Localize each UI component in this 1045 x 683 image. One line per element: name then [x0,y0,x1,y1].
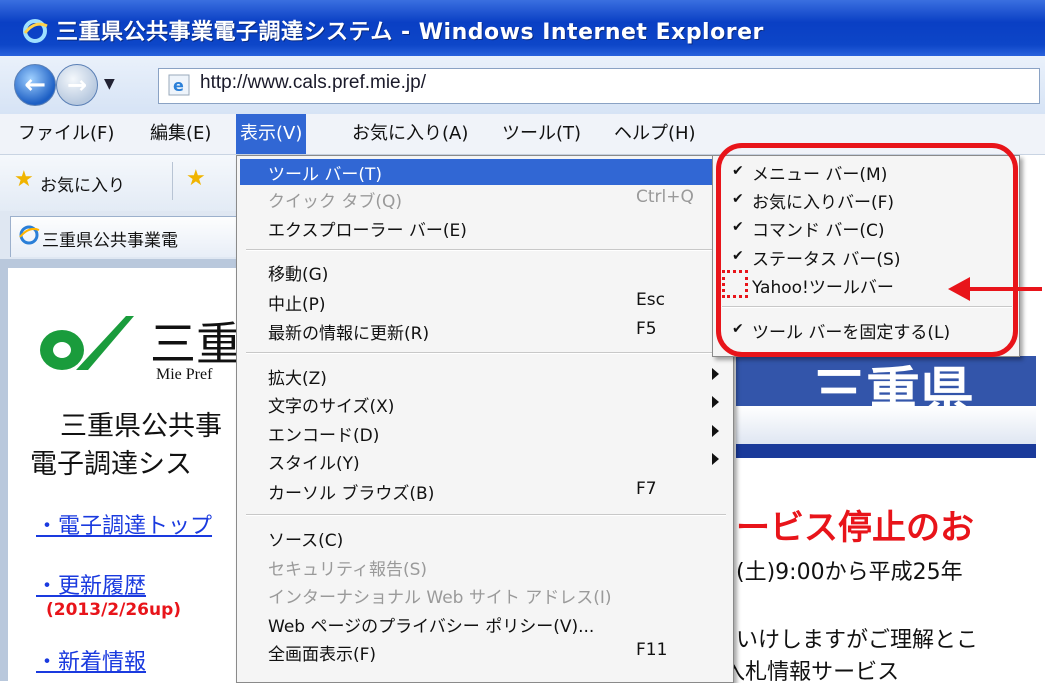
logo-subtext: Mie Pref [156,366,213,383]
favorites-divider [172,162,173,200]
recent-pages-dropdown-icon[interactable]: ▼ [104,76,115,92]
menu-view[interactable]: 表示(V) [236,114,307,154]
view-encoding[interactable]: エンコード(D) [268,421,379,446]
view-source[interactable]: ソース(C) [268,526,343,551]
forward-button[interactable]: → [56,64,98,106]
ie-logo-icon [23,19,48,43]
logo-text: 三重 [150,317,242,371]
banner: 三重県 [736,356,1036,406]
add-favorites-icon[interactable]: ★ [186,166,206,191]
view-intl-address[interactable]: インターナショナル Web サイト アドレス(I) [268,583,612,608]
notice-line-2: いけしますがご理解とこ [736,628,979,653]
notice-line-1: (土)9:00から平成25年 [736,560,963,585]
view-quick-tabs[interactable]: クイック タブ(Q) [268,187,402,212]
site-heading-line1: 三重県公共事 [60,411,222,442]
annotation-dotted-box [722,270,748,298]
menu-tools[interactable]: ツール(T) [498,114,585,154]
link-news[interactable]: ・新着情報 [36,644,146,676]
banner-bottom-bar [736,444,1036,458]
svg-text:e: e [173,76,184,95]
shortcut-stop: Esc [636,290,665,310]
view-security-report[interactable]: セキュリティ報告(S) [268,555,427,580]
mie-logo-icon [40,316,134,370]
submenu-arrow-icon [712,396,719,408]
forward-arrow-icon: → [66,71,88,99]
view-zoom[interactable]: 拡大(Z) [268,364,327,389]
annotation-arrow-icon [948,277,970,301]
menu-separator [246,249,726,251]
view-caret-browsing[interactable]: カーソル ブラウズ(B) [268,479,434,504]
view-toolbars[interactable]: ツール バー(T) [268,160,382,185]
site-heading-line2: 電子調達シス [30,449,192,480]
link-history[interactable]: ・更新履歴 [36,568,146,600]
banner-text: 三重県 [812,361,974,406]
view-text-size[interactable]: 文字のサイズ(X) [268,392,394,417]
view-stop[interactable]: 中止(P) [268,290,326,315]
back-button[interactable]: ← [14,64,56,106]
submenu-arrow-icon [712,368,719,380]
favorites-button[interactable]: お気に入り [40,171,125,196]
banner-strip [736,406,1036,444]
address-url[interactable]: http://www.cals.pref.mie.jp/ [200,72,426,94]
tab-ie-icon [19,225,40,245]
favorites-star-icon[interactable]: ★ [14,167,34,192]
page-ie-icon: e [168,74,190,96]
submenu-arrow-icon [712,425,719,437]
view-refresh[interactable]: 最新の情報に更新(R) [268,319,429,344]
menu-separator [246,514,726,516]
view-explorer-bar[interactable]: エクスプローラー バー(E) [268,216,467,241]
view-privacy-policy[interactable]: Web ページのプライバシー ポリシー(V)... [268,612,594,637]
shortcut-caret-browsing: F7 [636,479,657,499]
shortcut-fullscreen: F11 [636,640,668,660]
update-note: (2013/2/26up) [46,600,182,620]
view-fullscreen[interactable]: 全画面表示(F) [268,640,376,665]
menu-help[interactable]: ヘルプ(H) [610,114,700,154]
back-arrow-icon: ← [24,70,46,100]
view-go[interactable]: 移動(G) [268,260,328,285]
view-style[interactable]: スタイル(Y) [268,449,360,474]
menu-separator [246,352,726,354]
annotation-outline [716,143,1018,357]
submenu-arrow-icon [712,453,719,465]
menu-edit[interactable]: 編集(E) [146,114,215,154]
menu-file[interactable]: ファイル(F) [14,114,118,154]
window-title: 三重県公共事業電子調達システム - Windows Internet Explo… [56,20,764,45]
menu-favorites[interactable]: お気に入り(A) [348,114,472,154]
link-top[interactable]: ・電子調達トップ [36,508,212,540]
shortcut-quick-tabs: Ctrl+Q [636,187,694,207]
annotation-arrow-line [962,287,1042,291]
notice-title: ービス停止のお [736,508,974,548]
shortcut-refresh: F5 [636,319,657,339]
tab-label[interactable]: 三重県公共事業電 [42,226,178,251]
